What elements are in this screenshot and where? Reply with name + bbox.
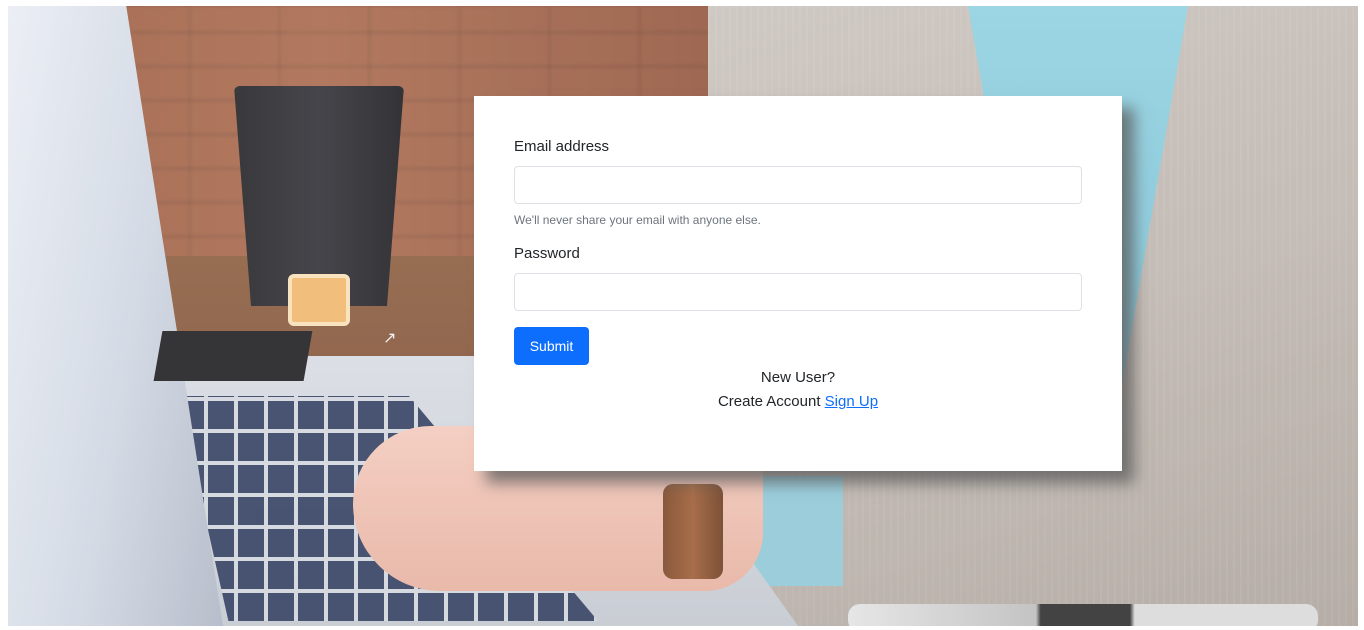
- email-label: Email address: [514, 138, 610, 155]
- login-card: Email address We'll never share your ema…: [474, 96, 1122, 471]
- mouse-pointer-icon: ↗: [383, 330, 397, 347]
- sign-up-link[interactable]: Sign Up: [825, 393, 878, 410]
- submit-button[interactable]: Submit: [514, 327, 589, 365]
- password-label: Password: [514, 245, 580, 262]
- login-form: Email address We'll never share your ema…: [514, 136, 1082, 365]
- signup-section: New User? Create Account Sign Up: [474, 366, 1122, 414]
- new-user-prompt: New User?: [760, 369, 836, 386]
- create-account-text: Create Account: [717, 393, 821, 410]
- create-account-line: Create Account Sign Up: [474, 390, 1122, 414]
- email-help-text: We'll never share your email with anyone…: [514, 213, 761, 227]
- password-input[interactable]: [514, 273, 1082, 311]
- email-input[interactable]: [514, 166, 1082, 204]
